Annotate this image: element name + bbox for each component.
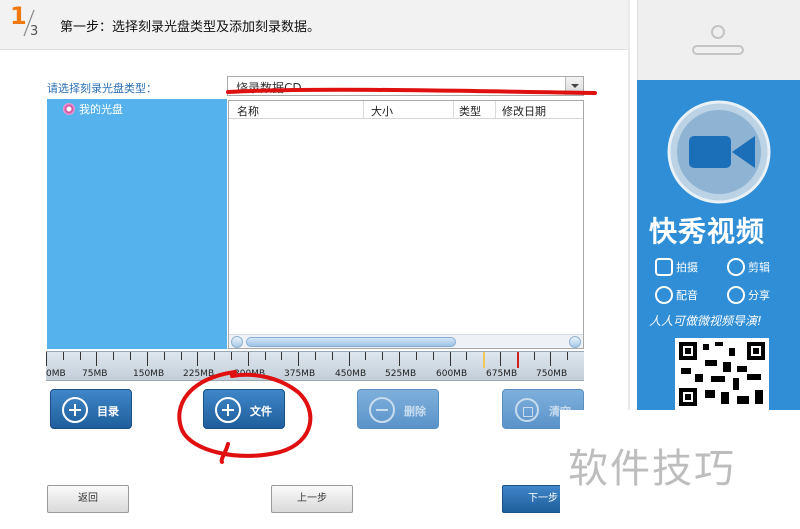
microphone-icon: [655, 286, 673, 304]
column-name[interactable]: 名称: [237, 103, 259, 119]
ruler-label: 225MB: [183, 369, 215, 379]
minus-circle-icon: [369, 397, 395, 423]
camera-icon: [655, 258, 673, 276]
ruler-label: 150MB: [133, 369, 165, 379]
button-label: 删除: [404, 405, 426, 418]
phone-top: [637, 0, 800, 80]
ruler-label: 675MB: [486, 369, 518, 379]
tree-item-label: 我的光盘: [79, 103, 123, 116]
ruler-label: 525MB: [385, 369, 417, 379]
ruler-label: 450MB: [335, 369, 367, 379]
ruler-label: 0MB: [46, 369, 66, 379]
feature-label: 剪辑: [748, 261, 770, 274]
button-label: 目录: [97, 405, 119, 418]
feature-label: 拍摄: [676, 261, 698, 274]
ruler-label: 750MB: [536, 369, 568, 379]
ad-slogan: 人人可做微视频导演!: [649, 314, 762, 328]
disc-type-value: 烧录数据CD: [236, 81, 302, 95]
feature-dub: 配音: [655, 286, 698, 304]
step-total: 3: [30, 24, 39, 39]
tree-item-my-disc[interactable]: 我的光盘: [63, 101, 123, 117]
ruler-label: 300MB: [234, 369, 266, 379]
button-label: 文件: [250, 405, 272, 418]
video-camera-icon: [667, 100, 771, 204]
ruler-label: 75MB: [82, 369, 108, 379]
delete-button[interactable]: 删除: [357, 389, 439, 429]
file-list-header: 名称 大小 类型 修改日期: [229, 101, 583, 119]
feature-label: 分享: [748, 289, 770, 302]
file-list[interactable]: 名称 大小 类型 修改日期: [228, 100, 584, 349]
capacity-warning-marker: [483, 352, 485, 368]
step-title: 第一步：选择刻录光盘类型及添加刻录数据。: [60, 20, 321, 35]
add-file-button[interactable]: 文件: [203, 389, 285, 429]
column-date[interactable]: 修改日期: [502, 103, 546, 119]
column-type[interactable]: 类型: [459, 103, 481, 119]
phone-speaker-icon: [692, 25, 744, 55]
column-size[interactable]: 大小: [371, 103, 393, 119]
scroll-thumb[interactable]: [246, 337, 456, 347]
prev-step-button[interactable]: 上一步: [271, 485, 353, 513]
dropdown-button[interactable]: [565, 77, 583, 95]
ad-title: 快秀视频: [649, 215, 766, 248]
back-button[interactable]: 返回: [47, 485, 129, 513]
trash-icon: [515, 398, 539, 422]
ad-banner[interactable]: 快秀视频 拍摄 剪辑 配音 分享 人人可做微视频导演!: [637, 80, 800, 410]
burn-wizard: 1 3 第一步：选择刻录光盘类型及添加刻录数据。 请选择刻录光盘类型： 烧录数据…: [0, 0, 630, 529]
ruler-label: 375MB: [284, 369, 316, 379]
scroll-right-button[interactable]: [569, 336, 581, 348]
capacity-ruler: 0MB 75MB 150MB 225MB 300MB 375MB 450MB 525MB 600…: [46, 351, 584, 381]
feature-edit: 剪辑: [727, 258, 770, 276]
column-separator: [363, 101, 364, 119]
watermark-text: 软件技巧: [568, 446, 736, 492]
flower-icon: [727, 258, 745, 276]
wizard-header: 1 3 第一步：选择刻录光盘类型及添加刻录数据。: [0, 0, 630, 50]
chat-bubble-icon: [727, 286, 745, 304]
ruler-ticks: [46, 352, 568, 368]
scroll-left-button[interactable]: [231, 336, 243, 348]
column-separator: [495, 101, 496, 119]
qr-code-icon: [675, 338, 769, 410]
plus-circle-icon: [215, 397, 241, 423]
disc-tree[interactable]: 我的光盘: [47, 99, 227, 349]
plus-circle-icon: [62, 397, 88, 423]
ruler-labels: 0MB 75MB 150MB 225MB 300MB 375MB 450MB 525MB 600…: [46, 369, 584, 381]
feature-label: 配音: [676, 289, 698, 302]
disc-type-label: 请选择刻录光盘类型：: [47, 82, 157, 95]
ruler-label: 600MB: [436, 369, 468, 379]
feature-share: 分享: [727, 286, 770, 304]
capacity-limit-marker: [517, 352, 519, 368]
disc-icon: [63, 103, 75, 115]
horizontal-scrollbar[interactable]: [229, 334, 583, 348]
disc-type-select[interactable]: 烧录数据CD: [227, 76, 584, 96]
feature-shoot: 拍摄: [655, 258, 698, 276]
add-directory-button[interactable]: 目录: [50, 389, 132, 429]
chevron-down-icon: [571, 84, 579, 88]
column-separator: [453, 101, 454, 119]
